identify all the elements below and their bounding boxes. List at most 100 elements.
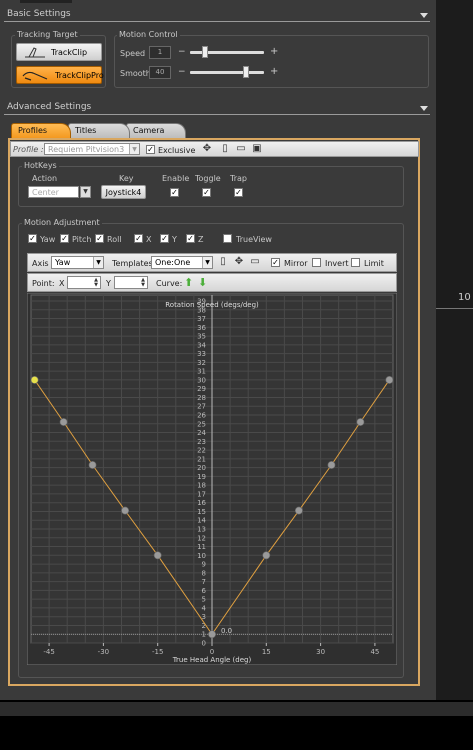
curve-point[interactable] [262, 551, 271, 560]
y-tick-label: 10 [197, 552, 206, 560]
y-tick-label: 26 [197, 412, 206, 420]
hotkey-action-select[interactable]: Center [28, 186, 79, 198]
y-tick-label: 19 [197, 473, 206, 481]
curve-chart[interactable]: 0123456789101112131415161718192021222324… [27, 293, 397, 665]
x-tick-label: 15 [262, 648, 271, 656]
spinner-icon[interactable]: ▲ ▼ [94, 278, 98, 288]
speed-minus[interactable]: − [178, 47, 186, 57]
curve-point[interactable] [356, 418, 365, 426]
x-checkbox[interactable]: ✓ [134, 234, 143, 243]
invert-checkbox[interactable] [312, 258, 321, 267]
profile-select[interactable]: Requiem Pitvision3 ▼ [44, 143, 140, 155]
y-tick-label: 13 [197, 526, 206, 534]
smooth-slider-track[interactable] [190, 71, 264, 74]
y-tick-label: 23 [197, 438, 206, 446]
speed-plus[interactable]: + [270, 46, 278, 57]
yaw-label: Yaw [40, 235, 56, 244]
right-viewport: 10 [436, 0, 473, 700]
y-tick-label: 12 [197, 534, 206, 542]
y-tick-label: 18 [197, 482, 206, 490]
z-checkbox[interactable]: ✓ [186, 234, 195, 243]
move-icon[interactable]: ✥ [234, 257, 244, 267]
new-file-icon[interactable]: ▯ [220, 144, 230, 154]
y-tick-label: 4 [202, 604, 207, 612]
chevron-down-icon: ▼ [93, 257, 103, 268]
y-tick-label: 21 [197, 455, 206, 463]
yaw-checkbox[interactable]: ✓ [28, 234, 37, 243]
curve-up-arrow-icon[interactable]: ⬆ [184, 277, 193, 288]
y-tick-label: 9 [202, 561, 206, 569]
exclusive-checkbox[interactable]: ✓ [146, 145, 155, 154]
smooth-plus[interactable]: + [270, 66, 278, 77]
trackclip-label: TrackClip [51, 47, 88, 57]
motion-control-group [114, 35, 429, 88]
curve-label: Curve: [156, 279, 183, 288]
advanced-divider [4, 114, 430, 115]
y-tick-label: 5 [202, 596, 206, 604]
save-icon[interactable]: ▣ [252, 144, 262, 154]
chevron-down-icon[interactable]: ▼ [80, 186, 91, 198]
templates-select[interactable]: One:One ▼ [151, 256, 213, 269]
y-checkbox[interactable]: ✓ [160, 234, 169, 243]
roll-checkbox[interactable]: ✓ [95, 234, 104, 243]
speed-value[interactable]: 1 [149, 46, 171, 59]
advanced-collapse-icon[interactable] [420, 106, 428, 111]
hotkey-trap-checkbox[interactable]: ✓ [234, 188, 243, 197]
limit-checkbox[interactable] [351, 258, 360, 267]
curve-point[interactable] [30, 376, 39, 384]
curve-point[interactable] [385, 376, 394, 384]
y-tick-label: 31 [197, 368, 206, 376]
hotkeys-trap-header: Trap [230, 174, 247, 183]
tab-camera[interactable]: Camera [126, 123, 186, 138]
origin-label: 0.0 [221, 627, 232, 635]
curve-point[interactable] [294, 506, 303, 515]
point-label: Point: [32, 279, 55, 288]
point-x-label: X [59, 279, 65, 288]
axis-value: Yaw [55, 258, 71, 267]
y-tick-label: 32 [197, 359, 206, 367]
curve-down-arrow-icon[interactable]: ⬇ [198, 277, 207, 288]
remove-icon[interactable]: ▭ [250, 257, 260, 267]
y-tick-label: 35 [197, 333, 206, 341]
speed-slider-thumb[interactable] [202, 46, 208, 58]
y-tick-label: 25 [197, 420, 206, 428]
copy-icon[interactable]: ▯ [218, 257, 228, 267]
spinner-icon[interactable]: ▲ ▼ [141, 278, 145, 288]
tab-titles[interactable]: Titles [68, 123, 130, 138]
axis-select[interactable]: Yaw ▼ [51, 256, 104, 269]
smooth-minus[interactable]: − [178, 67, 186, 77]
smooth-label: Smooth [120, 69, 151, 78]
smooth-slider-thumb[interactable] [243, 66, 249, 78]
trackclippro-button[interactable]: TrackClipPro [16, 66, 104, 84]
pitch-checkbox[interactable]: ✓ [60, 234, 69, 243]
basic-settings-title[interactable]: Basic Settings [7, 9, 71, 19]
y-tick-label: 7 [202, 578, 206, 586]
curve-point[interactable] [153, 551, 162, 560]
hotkey-key-button[interactable]: Joystick4 [101, 185, 146, 199]
curve-point[interactable] [88, 461, 97, 469]
trackclippro-label: TrackClipPro [55, 70, 104, 80]
x-tick-label: 0 [210, 648, 214, 656]
curve-point[interactable] [327, 461, 336, 469]
smooth-value[interactable]: 40 [149, 66, 171, 79]
trackclip-button[interactable]: TrackClip [16, 43, 102, 61]
profile-value: Requiem Pitvision3 [48, 145, 125, 154]
point-y-input[interactable]: ▲ ▼ [114, 276, 148, 289]
curve-point[interactable] [59, 418, 68, 426]
basic-collapse-icon[interactable] [420, 13, 428, 18]
y-tick-label: 33 [197, 350, 206, 358]
hotkey-enable-checkbox[interactable]: ✓ [170, 188, 179, 197]
remove-icon[interactable]: ▭ [236, 144, 246, 154]
advanced-settings-title[interactable]: Advanced Settings [7, 102, 91, 112]
point-x-input[interactable]: ▲ ▼ [67, 276, 101, 289]
y-tick-label: 16 [197, 499, 206, 507]
trueview-checkbox[interactable] [223, 234, 232, 243]
move-icon[interactable]: ✥ [202, 144, 212, 154]
hotkey-toggle-checkbox[interactable]: ✓ [202, 188, 211, 197]
curve-point[interactable] [121, 506, 130, 515]
templates-label: Templates [112, 259, 153, 268]
y-tick-label: 14 [197, 517, 206, 525]
top-stub [20, 0, 72, 3]
curve-point[interactable] [208, 630, 216, 639]
mirror-checkbox[interactable]: ✓ [271, 258, 280, 267]
